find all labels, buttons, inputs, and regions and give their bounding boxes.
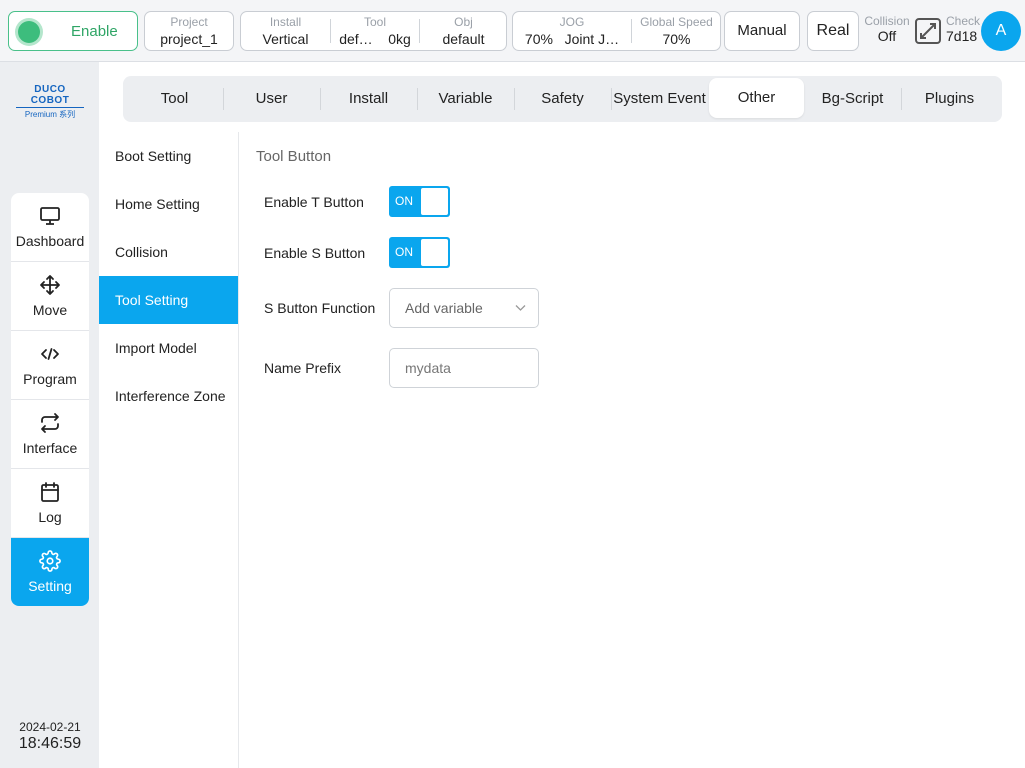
toggle-knob <box>421 188 448 215</box>
tab-plugins[interactable]: Plugins <box>901 76 998 122</box>
jog-speed-panel[interactable]: JOG 70% Joint J… Global Speed 70% <box>512 11 721 51</box>
check-value: 7d18 <box>946 28 978 44</box>
collision-value: Off <box>877 28 897 44</box>
project-value: project_1 <box>160 31 218 47</box>
submenu-tool-setting[interactable]: Tool Setting <box>99 276 238 324</box>
enable-s-button-toggle[interactable]: ON <box>389 237 450 268</box>
clock-date: 2024-02-21 <box>19 720 81 734</box>
obj-caption: Obj <box>454 15 473 29</box>
monitor-icon <box>40 207 60 225</box>
tool-weight: 0kg <box>388 31 411 47</box>
settings-panel: Tool User Install Variable Safety System… <box>99 62 1025 768</box>
tab-bg-script[interactable]: Bg-Script <box>804 76 901 122</box>
tab-safety[interactable]: Safety <box>514 76 611 122</box>
enable-status-indicator <box>18 21 40 43</box>
move-arrows-icon <box>40 275 60 295</box>
enable-s-button-label: Enable S Button <box>264 245 366 261</box>
expand-icon[interactable] <box>914 17 942 45</box>
collision-status[interactable]: Collision Off <box>862 15 912 45</box>
repeat-arrows-icon <box>41 413 59 433</box>
logo-sub-text: Premium 系列 <box>24 110 76 119</box>
nav-label: Setting <box>28 578 72 594</box>
global-speed-caption: Global Speed <box>640 15 713 29</box>
jog-value: 70% Joint J… <box>513 31 631 47</box>
enable-t-button-toggle[interactable]: ON <box>389 186 450 217</box>
submenu-import-model[interactable]: Import Model <box>99 324 238 372</box>
install-value: Vertical <box>262 31 309 47</box>
nav-label: Log <box>38 509 62 525</box>
nav-item-interface[interactable]: Interface <box>11 400 89 469</box>
obj-cell[interactable]: Obj default <box>420 12 507 50</box>
nav-label: Interface <box>22 440 78 456</box>
toggle-state: ON <box>395 194 413 208</box>
tab-system-event[interactable]: System Event <box>611 76 708 122</box>
nav-item-dashboard[interactable]: Dashboard <box>11 193 89 262</box>
nav-item-log[interactable]: Log <box>11 469 89 538</box>
project-caption: Project <box>170 15 208 29</box>
duco-logo: DUCO COBOT Premium 系列 <box>16 84 84 120</box>
manual-mode-button[interactable]: Manual <box>724 11 800 51</box>
toggle-state: ON <box>395 245 413 259</box>
jog-cell[interactable]: JOG 70% Joint J… <box>513 12 631 50</box>
global-speed-cell[interactable]: Global Speed 70% <box>632 12 721 50</box>
enable-label: Enable <box>71 23 118 40</box>
install-caption: Install <box>269 15 302 29</box>
s-button-function-select[interactable]: Add variable <box>389 288 539 328</box>
select-value: Add variable <box>405 300 483 316</box>
tab-install[interactable]: Install <box>320 76 417 122</box>
name-prefix-label: Name Prefix <box>264 360 342 376</box>
nav-item-move[interactable]: Move <box>11 262 89 331</box>
logo-main-text: DUCO COBOT <box>16 84 84 108</box>
nav-label: Program <box>23 371 77 387</box>
calendar-icon <box>41 482 59 502</box>
install-tool-obj-panel[interactable]: Install Vertical Tool def… 0kg Obj defau… <box>240 11 507 51</box>
jog-caption: JOG <box>559 15 585 29</box>
check-caption: Check <box>946 14 981 28</box>
tab-tool[interactable]: Tool <box>126 76 223 122</box>
tab-other[interactable]: Other <box>709 78 804 118</box>
chevron-down-icon <box>515 305 526 311</box>
submenu-home-setting[interactable]: Home Setting <box>99 180 238 228</box>
s-button-function-label: S Button Function <box>264 300 376 316</box>
collision-caption: Collision <box>864 14 910 28</box>
tab-user[interactable]: User <box>223 76 320 122</box>
main-nav: Dashboard Move Program Interface Log Set… <box>11 193 89 606</box>
nav-label: Move <box>32 302 68 318</box>
jog-percent: 70% <box>524 31 553 47</box>
nav-item-setting[interactable]: Setting <box>11 538 89 606</box>
submenu-interference-zone[interactable]: Interference Zone <box>99 372 238 420</box>
toggle-knob <box>421 239 448 266</box>
name-prefix-input[interactable] <box>389 348 539 388</box>
gear-icon <box>39 550 61 572</box>
system-clock: 2024-02-21 18:46:59 <box>10 721 90 753</box>
tool-name: def… <box>339 31 373 47</box>
enable-t-button-label: Enable T Button <box>264 194 364 210</box>
other-submenu: Boot Setting Home Setting Collision Tool… <box>99 132 239 768</box>
tool-value: def… 0kg <box>331 31 419 47</box>
tool-setting-content: Tool Button Enable T Button ON Enable S … <box>240 132 1025 768</box>
tab-variable[interactable]: Variable <box>417 76 514 122</box>
clock-time: 18:46:59 <box>18 735 82 752</box>
submenu-boot-setting[interactable]: Boot Setting <box>99 132 238 180</box>
tool-cell[interactable]: Tool def… 0kg <box>331 12 419 50</box>
submenu-collision[interactable]: Collision <box>99 228 238 276</box>
nav-item-program[interactable]: Program <box>11 331 89 400</box>
real-mode-button[interactable]: Real <box>807 11 859 51</box>
section-title: Tool Button <box>256 148 332 165</box>
nav-label: Dashboard <box>15 233 85 249</box>
settings-tabs: Tool User Install Variable Safety System… <box>123 76 1002 122</box>
tool-caption: Tool <box>363 15 386 29</box>
code-icon <box>41 348 59 360</box>
project-selector[interactable]: Project project_1 <box>144 11 234 51</box>
obj-value: default <box>442 31 485 47</box>
jog-mode: Joint J… <box>564 31 620 47</box>
enable-button[interactable]: Enable <box>8 11 138 51</box>
global-speed-value: 70% <box>662 31 691 47</box>
user-avatar[interactable]: A <box>981 11 1021 51</box>
install-cell[interactable]: Install Vertical <box>241 12 330 50</box>
top-status-bar: Enable Project project_1 Install Vertica… <box>0 0 1025 62</box>
check-status[interactable]: Check 7d18 <box>946 15 982 45</box>
